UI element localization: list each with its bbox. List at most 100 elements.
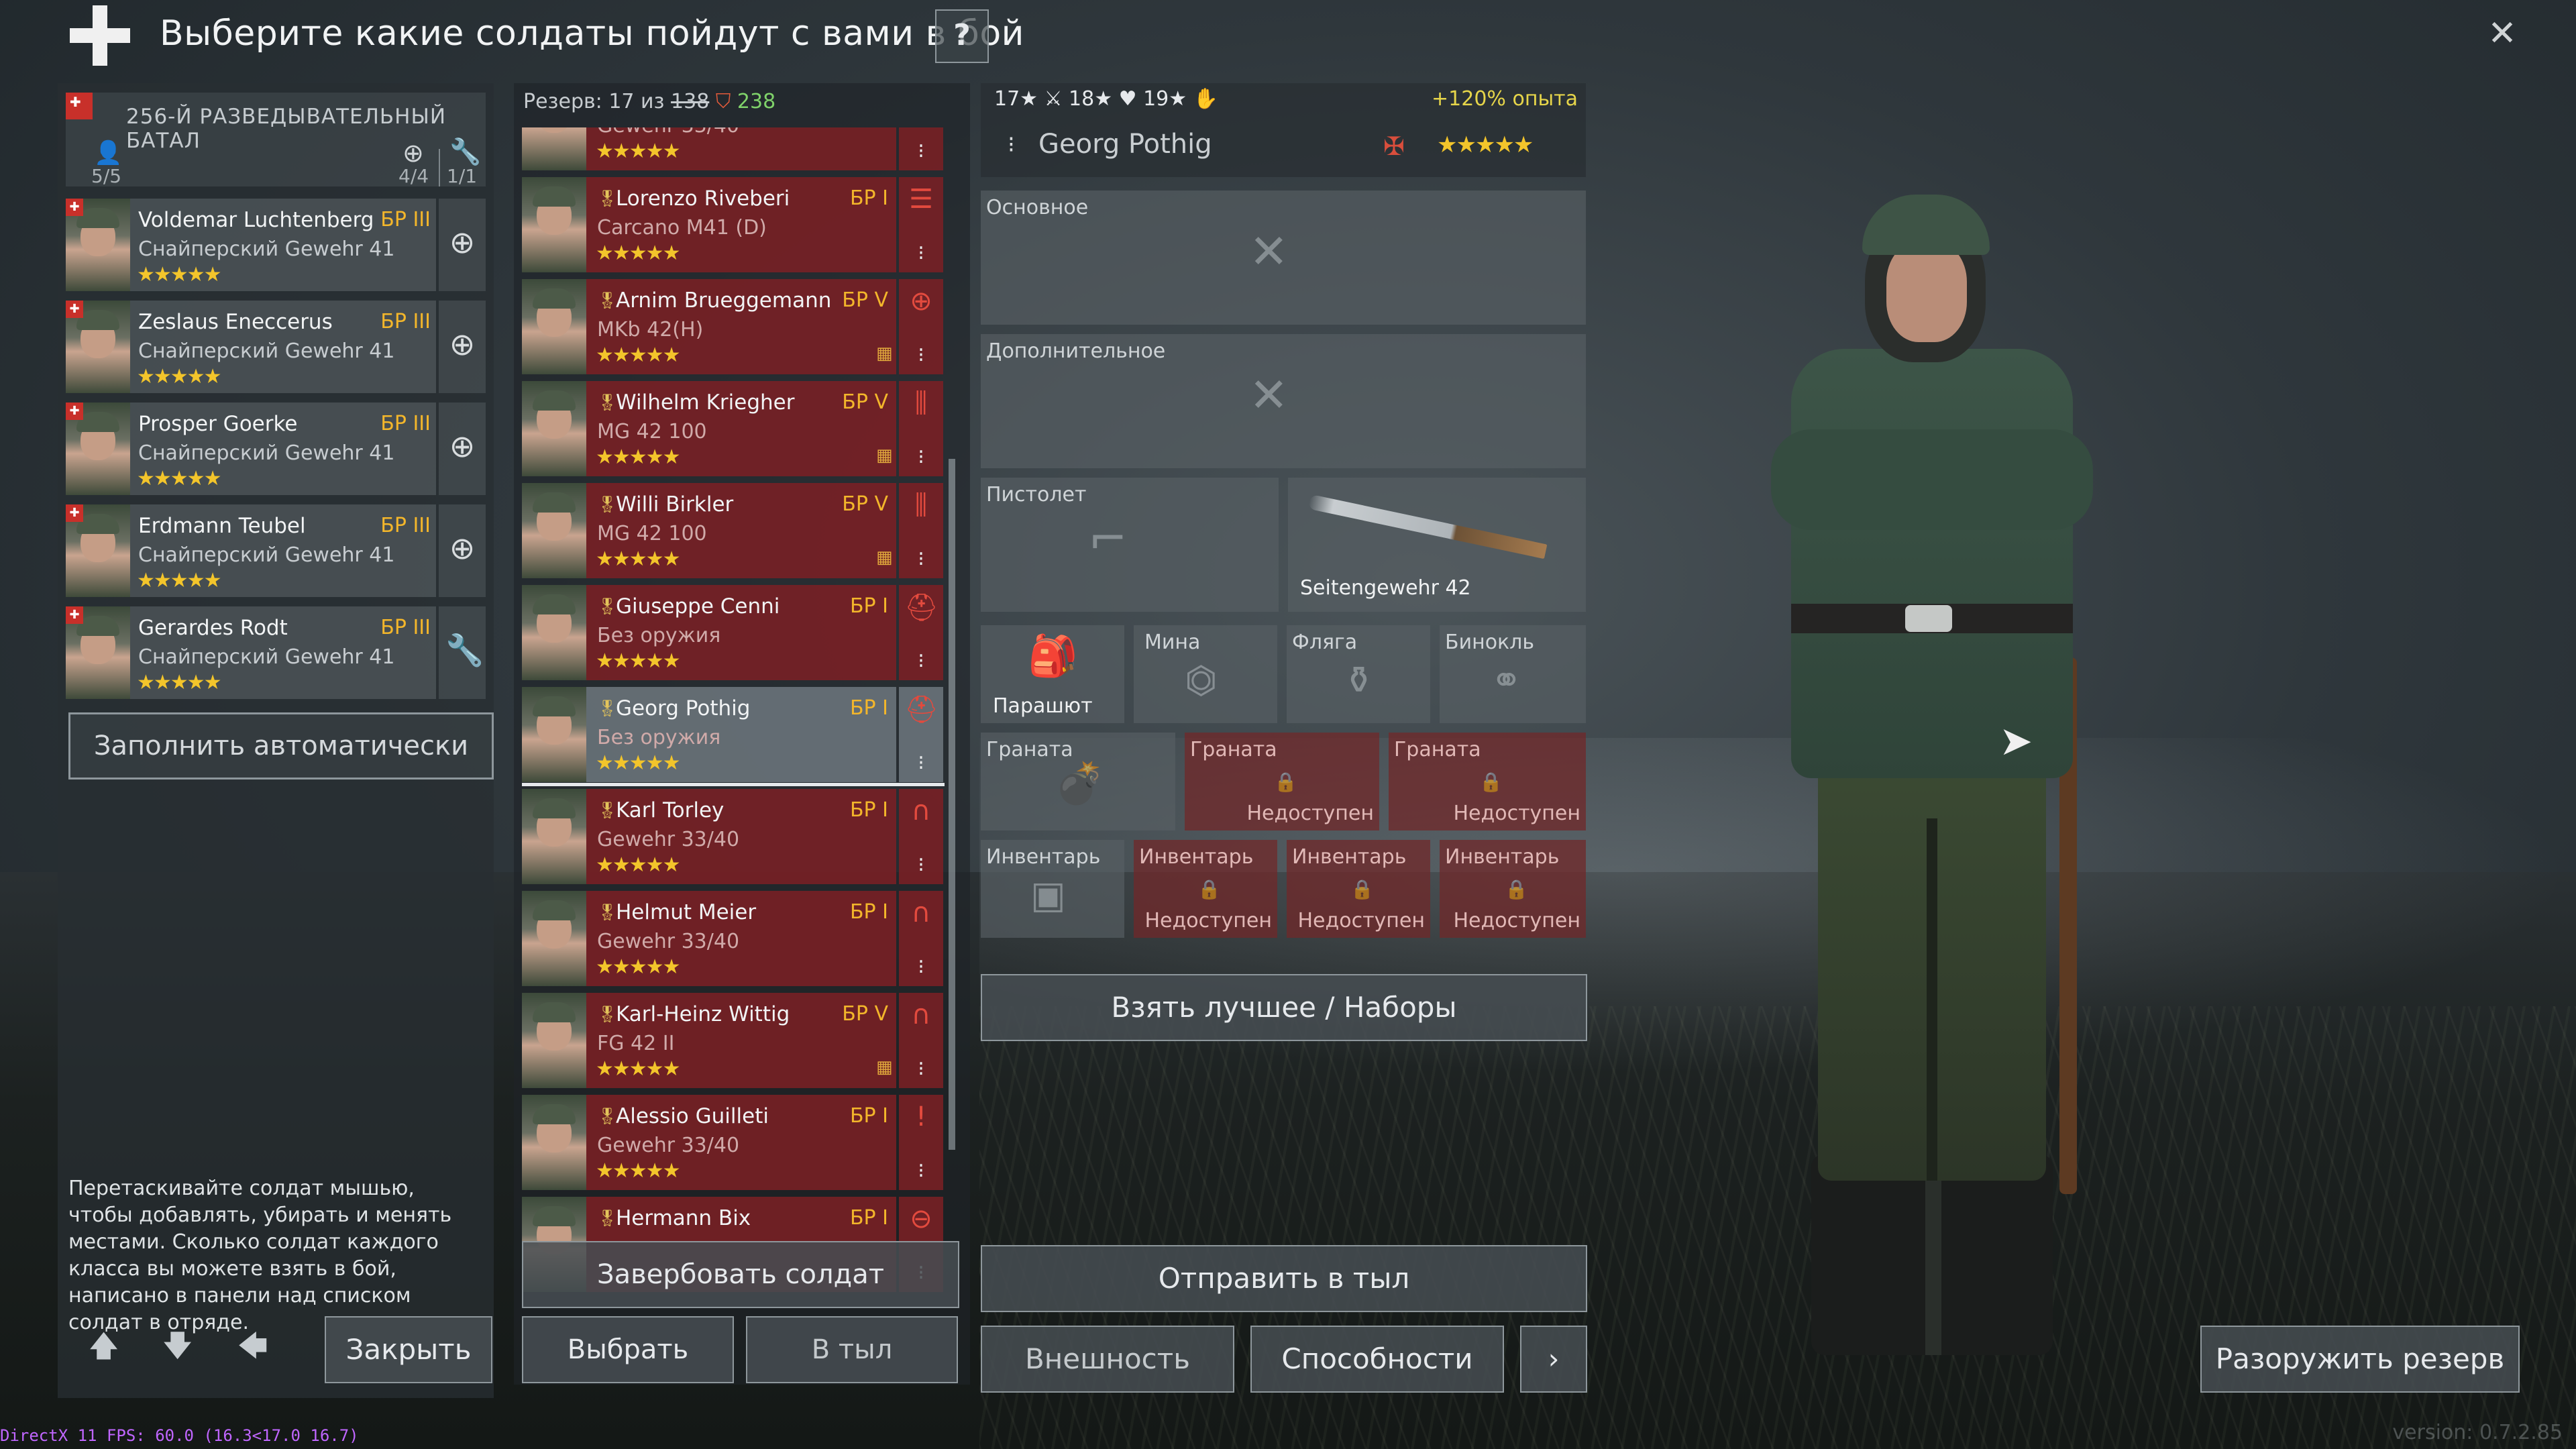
pistol-slot[interactable]: Пистолет ⌐ — [981, 478, 1279, 612]
info-dots-icon[interactable]: ⁝ — [911, 751, 931, 778]
melee-slot[interactable]: Seitengewehr 42 — [1288, 478, 1586, 612]
next-arrow-button[interactable]: › — [1520, 1326, 1587, 1393]
grenade-slot[interactable]: Граната 💣 — [981, 733, 1175, 830]
battle-rank: БР I — [849, 900, 888, 924]
soldier-stars: ★★★★★ — [596, 649, 680, 673]
inventory-slot-locked: Инвентарь 🔒 Недоступен — [1134, 840, 1277, 938]
info-dots-icon[interactable]: ⁝ — [911, 547, 931, 574]
soldier-portrait — [522, 381, 586, 476]
inventory-slot-locked: Инвентарь 🔒 Недоступен — [1440, 840, 1586, 938]
info-dots-icon[interactable]: ⁝ — [911, 1057, 931, 1084]
person-icon: 👤 — [94, 140, 123, 166]
info-dots-icon[interactable]: ⁝ — [911, 140, 931, 166]
soldier-weapon: FG 42 II — [597, 1032, 675, 1055]
abilities-button[interactable]: Способности — [1250, 1326, 1504, 1393]
battle-rank: БР I — [849, 186, 888, 210]
info-dots-icon[interactable]: ⁝ — [911, 343, 931, 370]
soldier-weapon: Снайперский Gewehr 41 — [138, 645, 395, 669]
appearance-button[interactable]: Внешность — [981, 1326, 1234, 1393]
squad-member-row[interactable]: ✚ Prosper Goerke Снайперский Gewehr 41 ★★★★… — [66, 402, 436, 495]
reserve-soldier-row[interactable]: 🎖 Wilhelm Kriegher MG 42 100 ★★★★★ БР V ▦ ⫼ ⁝ — [522, 381, 957, 476]
recruit-button[interactable]: Завербовать солдат — [522, 1241, 959, 1308]
rank-badge-icon: ✚ — [66, 606, 83, 624]
soldier-weapon: Gewehr 33/40 — [597, 1134, 740, 1157]
secondary-weapon-slot[interactable]: Дополнительное ✕ — [981, 334, 1586, 468]
help-button[interactable]: ? — [935, 9, 989, 63]
face — [1886, 241, 1967, 342]
send-to-rear-button[interactable]: Отправить в тыл — [981, 1245, 1587, 1312]
reserve-soldier-row[interactable]: 🎖 Georg Pothig Без оружия ★★★★★ БР I ⛑ ⁝ — [522, 687, 957, 786]
soldier-name: Alessio Guilleti — [616, 1104, 769, 1128]
soldier-name: Prosper Goerke — [138, 412, 298, 436]
parachute-slot[interactable]: 🎒 Парашют — [981, 625, 1124, 723]
bayonet-icon — [1307, 494, 1548, 559]
squad-class-slot[interactable]: ⊕ — [439, 199, 486, 291]
squad-member-row[interactable]: ✚ Zeslaus Eneccerus Снайперский Gewehr 41 ★… — [66, 301, 436, 393]
squad-member-row[interactable]: ✚ Gerardes Rodt Снайперский Gewehr 41 ★★★★★… — [66, 606, 436, 699]
to-rear-button[interactable]: В тыл — [746, 1316, 958, 1383]
reserve-soldier-row[interactable]: 🎖 Giuseppe Cenni Без оружия ★★★★★ БР I ⛑ ⁝ — [522, 585, 957, 680]
squad-class-slot[interactable]: 🔧 — [439, 606, 486, 699]
reserve-soldier-row[interactable]: 🎖 Karl Torley Gewehr 33/40 ★★★★★ БР I ∩ ⁝ — [522, 789, 957, 884]
slot-label: Фляга — [1292, 631, 1358, 654]
mine-slot[interactable]: Мина ⏣ — [1134, 625, 1277, 723]
scrollbar[interactable] — [949, 459, 955, 1150]
soldier-count: 5/5 — [91, 165, 122, 187]
flask-slot[interactable]: Фляга ⚱ — [1287, 625, 1430, 723]
disarm-reserve-button[interactable]: Разоружить резерв — [2200, 1326, 2520, 1393]
inventory-slot[interactable]: Инвентарь ▣ — [981, 840, 1124, 938]
binoculars-slot[interactable]: Бинокль ⚭ — [1440, 625, 1586, 723]
close-button[interactable]: Закрыть — [325, 1316, 492, 1383]
row-class-column: ∩ ⁝ — [899, 789, 943, 884]
crosshair-icon: ⊕ — [449, 326, 476, 362]
arrow-down-icon[interactable]: 🡇 — [162, 1324, 193, 1375]
reserve-header: Резерв: 17 из 138 ⛉ 238 — [523, 90, 775, 113]
row-class-column: ☰ ⁝ — [899, 177, 943, 272]
info-dots-icon[interactable]: ⁝ — [911, 445, 931, 472]
medal-icon: ✠ — [1383, 131, 1405, 161]
soldier-class-icon: ∩ — [911, 1000, 931, 1030]
hint-text: Перетаскивайте солдат мышью, чтобы добав… — [68, 1177, 452, 1334]
squad-class-slot[interactable]: ⊕ — [439, 504, 486, 597]
take-best-button[interactable]: Взять лучшее / Наборы — [981, 974, 1587, 1041]
reserve-soldier-row[interactable]: 🎖 Alessio Guilleti Gewehr 33/40 ★★★★★ БР I! ⁝ — [522, 1095, 957, 1190]
squad-class-slot[interactable]: ⊕ — [439, 402, 486, 495]
reserve-soldier-row[interactable]: 🎖 Arnim Brueggemann MKb 42(H) ★★★★★ БР V ▦ ⊕ ⁝ — [522, 279, 957, 374]
battle-rank: БР III — [380, 616, 431, 639]
close-icon[interactable]: ✕ — [2482, 13, 2522, 54]
grenade-slot-locked: Граната 🔒 Недоступен — [1389, 733, 1586, 830]
row-body: 🎖 Lorenzo Riveberi Carcano M41 (D) ★★★★★ БР … — [522, 177, 896, 272]
primary-weapon-slot[interactable]: Основное ✕ — [981, 191, 1586, 325]
reserve-soldier-row[interactable]: 🎖 Karl-Heinz Wittig FG 42 II ★★★★★ БР V ▦ ∩ ⁝ — [522, 993, 957, 1088]
soldier-name: Karl-Heinz Wittig — [616, 1002, 790, 1026]
arrow-up-icon[interactable]: 🡅 — [89, 1324, 119, 1375]
reserve-soldier-row[interactable]: 🎖 Helmut Meier Gewehr 33/40 ★★★★★ БР I ∩ ⁝ — [522, 891, 957, 986]
select-button[interactable]: Выбрать — [522, 1316, 734, 1383]
squad-class-slot[interactable]: ⊕ — [439, 301, 486, 393]
info-dots-icon[interactable]: ⁝ — [911, 241, 931, 268]
medal-icon: 🎖 — [597, 1209, 618, 1228]
slot-label: Инвентарь — [1292, 845, 1407, 869]
backpack-icon: ▣ — [1030, 873, 1066, 917]
info-dots-icon[interactable]: ⁝ — [911, 649, 931, 676]
soldier-model[interactable] — [1744, 188, 2120, 1355]
squad-name: 256-Й РАЗВЕДЫВАТЕЛЬНЫЙ БАТАЛ — [126, 105, 447, 153]
mouse-cursor-icon: ➤ — [1999, 718, 2033, 765]
info-dots-icon[interactable]: ⁝ — [911, 955, 931, 982]
reserve-soldier-row[interactable]: 🎖 Lorenzo Riveberi Carcano M41 (D) ★★★★★ БР … — [522, 177, 957, 272]
reserve-soldier-row[interactable]: 🎖 Willi Birkler MG 42 100 ★★★★★ БР V ▦ ⫼ ⁝ — [522, 483, 957, 578]
info-dots-icon[interactable]: ⁝ — [911, 1159, 931, 1186]
lock-icon: 🔒 — [1479, 771, 1503, 793]
autofill-button[interactable]: Заполнить автоматически — [68, 712, 494, 780]
soldier-weapon: Снайперский Gewehr 41 — [138, 237, 395, 261]
squad-member-row[interactable]: ✚ Voldemar Luchtenberg Снайперский Gewehr … — [66, 199, 436, 291]
info-dots-icon[interactable]: ⁝ — [911, 853, 931, 880]
squad-member-row[interactable]: ✚ Erdmann Teubel Снайперский Gewehr 41 ★★★★… — [66, 504, 436, 597]
reserve-list[interactable]: Gewehr 33/40★★★★★⁝🎖Lorenzo RiveberiCarca… — [522, 127, 957, 1309]
row-body: 🎖 Alessio Guilleti Gewehr 33/40 ★★★★★ БР I — [522, 1095, 896, 1190]
soldier-name: Georg Pothig — [1038, 129, 1212, 160]
reserve-soldier-row[interactable]: Gewehr 33/40 ★★★★★ ⁝ — [522, 127, 957, 170]
arrow-left-icon[interactable]: 🡄 — [237, 1324, 268, 1375]
leg-gap — [1927, 818, 1937, 1181]
row-class-column: ⁝ — [899, 127, 943, 170]
